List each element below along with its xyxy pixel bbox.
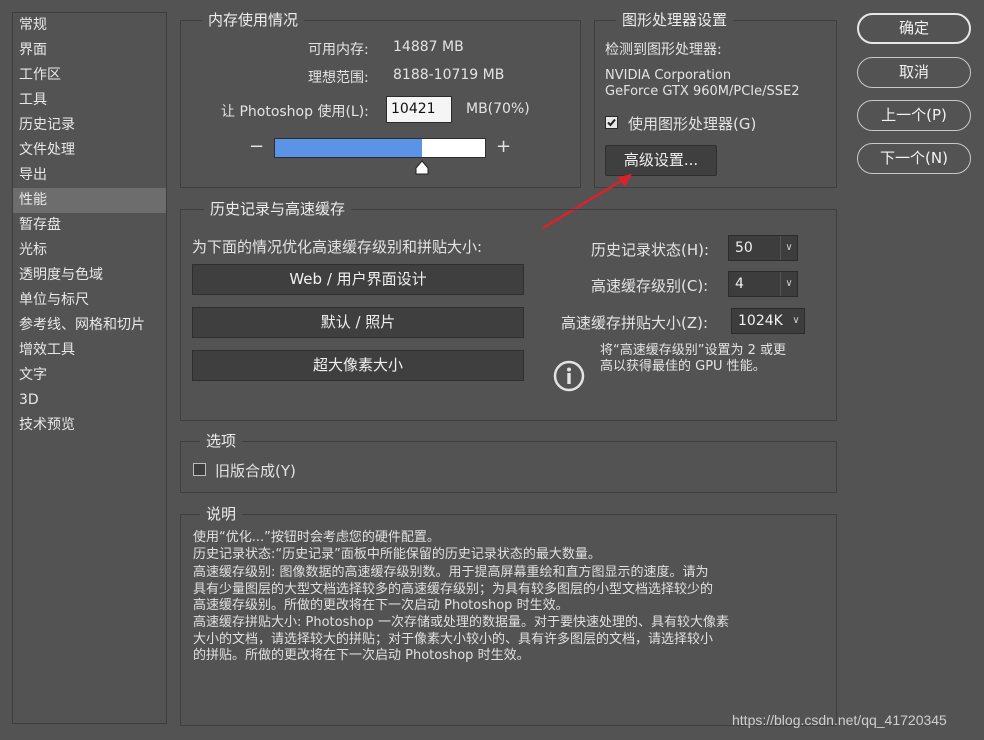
cancel-button[interactable]: 取消	[857, 57, 971, 88]
memory-increase-icon[interactable]: +	[496, 136, 511, 157]
description-line: 高速缓存级别: 图像数据的高速缓存级别数。用于提高屏幕重绘和直方图显示的速度。请…	[193, 565, 709, 580]
cache-levels-value: 4	[735, 276, 744, 292]
gpu-settings-title: 图形处理器设置	[616, 11, 734, 29]
description-line: 高速缓存级别。所做的更改将在下一次启动 Photoshop 时生效。	[193, 598, 569, 613]
memory-slider-fill	[275, 139, 422, 157]
preset-default-button[interactable]: 默认 / 照片	[192, 307, 524, 338]
history-states-value: 50	[735, 240, 753, 256]
sidebar-item-scratch-disks[interactable]: 暂存盘	[13, 213, 166, 238]
chevron-down-icon: ∨	[780, 272, 797, 296]
use-gpu-checkbox[interactable]	[605, 116, 618, 129]
options-title: 选项	[200, 432, 243, 450]
gpu-vendor: NVIDIA Corporation	[605, 68, 732, 83]
optimize-label: 为下面的情况优化高速缓存级别和拼贴大小:	[192, 238, 483, 256]
sidebar-item-transparency[interactable]: 透明度与色域	[13, 263, 166, 288]
memory-slider-thumb[interactable]	[415, 160, 429, 175]
chevron-down-icon: ∨	[792, 315, 800, 326]
checkmark-icon	[607, 118, 616, 127]
sidebar-item-history[interactable]: 历史记录	[13, 113, 166, 138]
memory-usage-title: 内存使用情况	[202, 11, 305, 29]
sidebar-item-type[interactable]: 文字	[13, 363, 166, 388]
sidebar-item-tools[interactable]: 工具	[13, 88, 166, 113]
history-states-select[interactable]: 50 ∨	[728, 235, 798, 261]
gpu-model: GeForce GTX 960M/PCIe/SSE2	[605, 84, 800, 99]
info-line-1: 将“高速缓存级别”设置为 2 或更	[600, 343, 787, 358]
legacy-compositing-label: 旧版合成(Y)	[215, 462, 296, 480]
sidebar-item-interface[interactable]: 界面	[13, 38, 166, 63]
sidebar-item-tech-preview[interactable]: 技术预览	[13, 413, 166, 438]
ideal-range-value: 8188-10719 MB	[393, 67, 505, 83]
cache-tile-size-select[interactable]: 1024K ∨	[731, 308, 805, 334]
gpu-detected-label: 检测到图形处理器:	[605, 42, 722, 58]
description-title: 说明	[200, 505, 243, 523]
let-photoshop-use-label: 让 Photoshop 使用(L):	[221, 104, 369, 120]
preset-huge-button[interactable]: 超大像素大小	[192, 350, 524, 381]
preset-web-button[interactable]: Web / 用户界面设计	[192, 264, 524, 295]
sidebar-item-guides[interactable]: 参考线、网格和切片	[13, 313, 166, 338]
history-states-label: 历史记录状态(H):	[591, 241, 710, 259]
description-line: 的拼贴。所做的更改将在下一次启动 Photoshop 时生效。	[193, 648, 530, 663]
watermark-text: https://blog.csdn.net/qq_41720345	[732, 712, 947, 728]
memory-amount-input[interactable]: 10421	[386, 96, 452, 123]
next-button[interactable]: 下一个(N)	[857, 143, 971, 174]
sidebar-item-plugins[interactable]: 增效工具	[13, 338, 166, 363]
cache-tile-size-label: 高速缓存拼贴大小(Z):	[561, 314, 709, 332]
memory-decrease-icon[interactable]: −	[249, 136, 264, 157]
sidebar-item-performance[interactable]: 性能	[13, 188, 166, 213]
info-line-2: 高以获得最佳的 GPU 性能。	[600, 359, 766, 374]
memory-slider-track[interactable]	[274, 138, 486, 158]
sidebar: 常规 界面 工作区 工具 历史记录 文件处理 导出 性能 暂存盘 光标 透明度与…	[12, 12, 167, 724]
sidebar-item-general[interactable]: 常规	[13, 13, 166, 38]
available-ram-value: 14887 MB	[393, 39, 464, 55]
ideal-range-label: 理想范围:	[308, 70, 369, 86]
history-cache-title: 历史记录与高速缓存	[204, 200, 352, 218]
description-line: 历史记录状态:“历史记录”面板中所能保留的历史记录状态的最大数量。	[193, 547, 601, 562]
sidebar-item-file-handling[interactable]: 文件处理	[13, 138, 166, 163]
use-gpu-label: 使用图形处理器(G)	[628, 115, 757, 133]
chevron-down-icon: ∨	[780, 236, 797, 260]
memory-unit-label: MB(70%)	[466, 101, 530, 117]
sidebar-item-export[interactable]: 导出	[13, 163, 166, 188]
description-line: 高速缓存拼贴大小: Photoshop 一次存储或处理的数据量。对于要快速处理的…	[193, 615, 729, 630]
cache-tile-size-value: 1024K	[738, 313, 783, 329]
description-line: 大小的文档，请选择较大的拼贴；对于像素大小较小的、具有许多图层的文档，请选择较小	[193, 632, 714, 647]
sidebar-item-cursors[interactable]: 光标	[13, 238, 166, 263]
description-line: 具有少量图层的大型文档选择较多的高速缓存级别；为具有较多图层的小型文档选择较少的	[193, 582, 714, 597]
legacy-compositing-checkbox[interactable]	[193, 463, 206, 476]
cache-levels-select[interactable]: 4 ∨	[728, 271, 798, 297]
available-ram-label: 可用内存:	[308, 42, 369, 58]
prev-button[interactable]: 上一个(P)	[857, 100, 971, 131]
sidebar-item-workspace[interactable]: 工作区	[13, 63, 166, 88]
description-line: 使用“优化...”按钮时会考虑您的硬件配置。	[193, 530, 440, 545]
cache-levels-label: 高速缓存级别(C):	[591, 277, 709, 295]
sidebar-item-3d[interactable]: 3D	[13, 388, 166, 413]
sidebar-item-units[interactable]: 单位与标尺	[13, 288, 166, 313]
ok-button[interactable]: 确定	[857, 13, 971, 44]
info-icon	[553, 360, 585, 392]
